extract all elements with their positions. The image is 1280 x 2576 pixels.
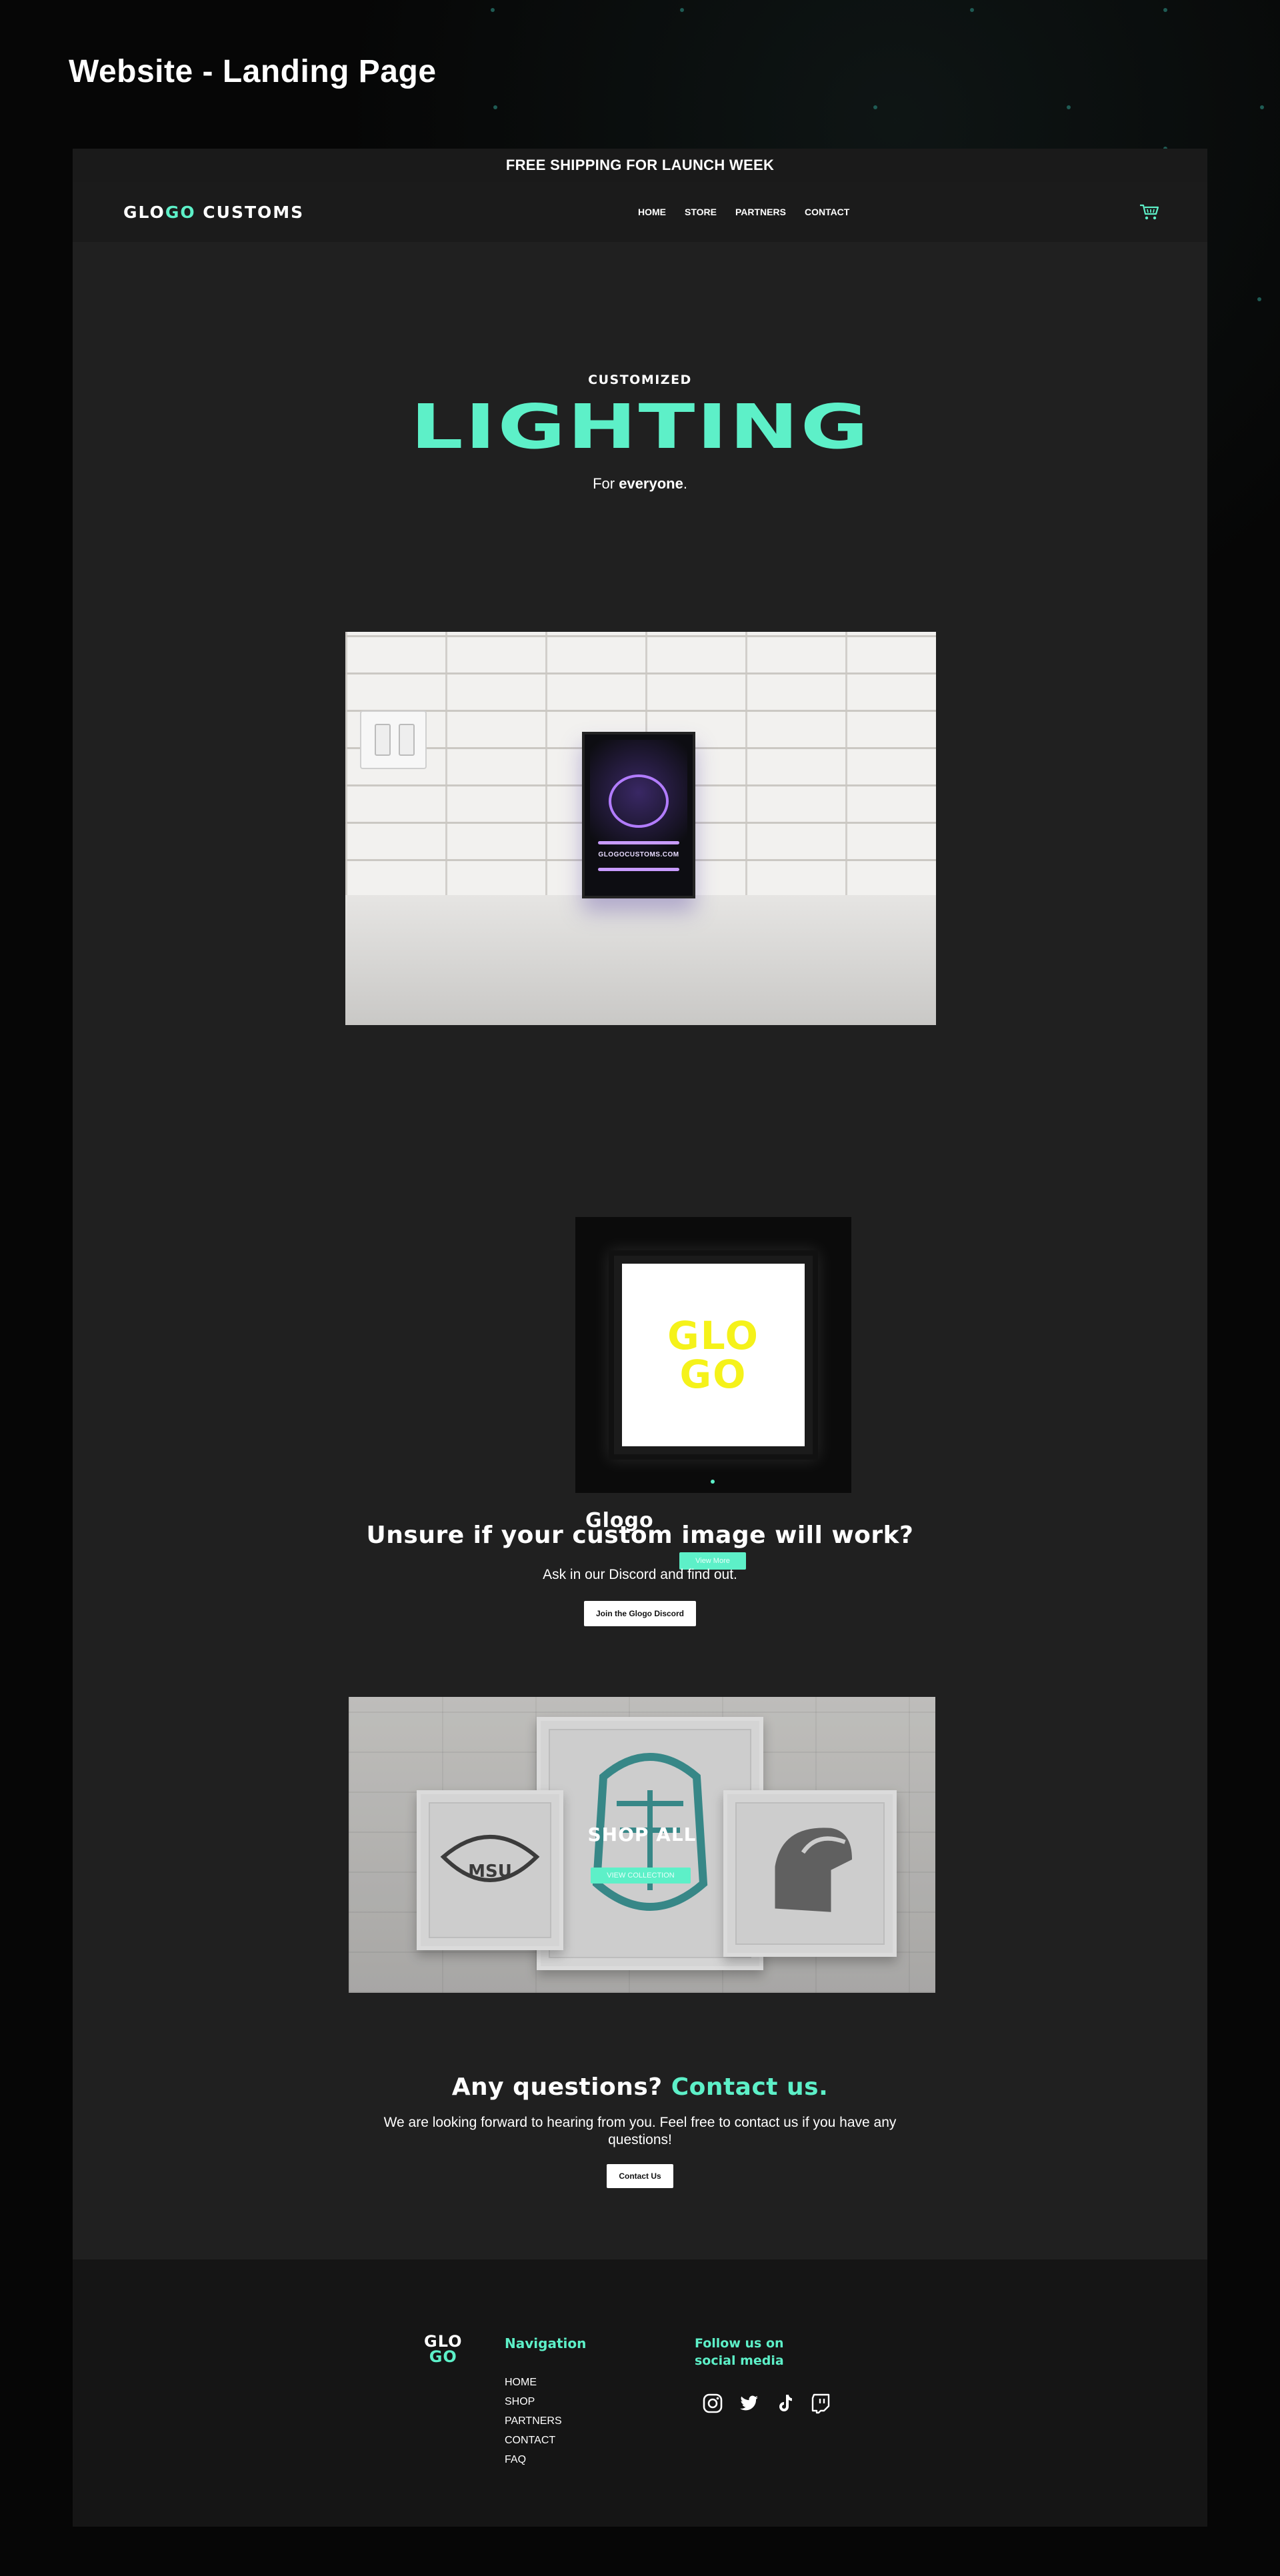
discord-subtext: Ask in our Discord and find out. (543, 1567, 737, 1582)
view-collection-button[interactable]: VIEW COLLECTION (591, 1868, 691, 1884)
nav-home[interactable]: HOME (638, 207, 666, 217)
landing-page-frame: FREE SHIPPING FOR LAUNCH WEEK GLOGO CUST… (73, 149, 1207, 2527)
twitch-icon[interactable] (810, 2393, 831, 2414)
product-logo-line-1: GLO (667, 1313, 759, 1358)
led-sign: GLOGOCUSTOMS.COM (582, 732, 695, 898)
footer-nav: HOME SHOP PARTNERS CONTACT FAQ (505, 2373, 562, 2469)
tiktok-icon[interactable] (774, 2393, 795, 2414)
sign-text: GLOGOCUSTOMS.COM (598, 851, 679, 858)
hero-title: LIGHTING (410, 391, 870, 463)
footer-nav-partners[interactable]: PARTNERS (505, 2411, 562, 2431)
tagline-prefix: For (593, 475, 619, 492)
nav-partners[interactable]: PARTNERS (735, 207, 786, 217)
footer-logo[interactable]: GLO GO (424, 2333, 463, 2366)
tagline-suffix: . (683, 475, 687, 492)
footer-nav-shop[interactable]: SHOP (505, 2392, 562, 2411)
hero-tagline: For everyone. (73, 475, 1207, 493)
product-logo-line-2: GO (679, 1352, 747, 1397)
logo-text-go: GO (165, 202, 196, 222)
sign-line-bottom (598, 868, 679, 871)
discord-heading: Unsure if your custom image will work? (366, 1522, 914, 1549)
footer-logo-line-2: GO (429, 2347, 457, 2366)
hero-eyebrow: CUSTOMIZED (588, 373, 692, 387)
sign-line-top (598, 841, 679, 844)
footer-nav-title: Navigation (505, 2335, 587, 2351)
promo-bar: FREE SHIPPING FOR LAUNCH WEEK (73, 149, 1207, 182)
cart-icon[interactable] (1139, 203, 1159, 221)
logo-text-customs: CUSTOMS (195, 202, 305, 222)
nav-contact[interactable]: CONTACT (805, 207, 849, 217)
footer-social-title: Follow us on social media (695, 2336, 784, 2368)
shop-all-title: SHOP ALL (587, 1824, 697, 1846)
contact-heading-accent: Contact us. (671, 2073, 829, 2101)
hero-section: CUSTOMIZED LIGHTING For everyone. (73, 373, 1207, 493)
social-links (702, 2393, 831, 2414)
site-footer: GLO GO Navigation HOME SHOP PARTNERS CON… (73, 2259, 1207, 2527)
product-frame: GLO GO (609, 1250, 818, 1460)
tagline-bold: everyone (619, 475, 683, 492)
hero-photo: GLOGOCUSTOMS.COM (345, 632, 936, 1025)
shop-all-banner[interactable]: MSU SHOP ALL VIEW COLLECTION (349, 1697, 935, 1993)
page-title: Website - Landing Page (69, 54, 437, 89)
contact-heading: Any questions? Contact us. (73, 2073, 1207, 2101)
nav-store[interactable]: STORE (685, 207, 717, 217)
main-nav: HOME STORE PARTNERS CONTACT (638, 207, 849, 217)
product-image[interactable]: GLO GO (575, 1217, 851, 1493)
light-switch (360, 710, 427, 769)
contact-section: Any questions? Contact us. We are lookin… (73, 2073, 1207, 2188)
discord-section: Unsure if your custom image will work? A… (73, 1522, 1207, 1627)
pumpkin-graphic (609, 774, 669, 828)
instagram-icon[interactable] (702, 2393, 723, 2414)
contact-text: We are looking forward to hearing from y… (383, 2115, 897, 2148)
logo-text-glo: GLO (123, 202, 165, 222)
footer-nav-home[interactable]: HOME (505, 2373, 562, 2392)
contact-heading-prefix: Any questions? (451, 2073, 671, 2101)
footer-nav-faq[interactable]: FAQ (505, 2450, 562, 2469)
product-logo-text: GLO GO (667, 1316, 759, 1394)
join-discord-button[interactable]: Join the Glogo Discord (583, 1601, 696, 1627)
site-logo[interactable]: GLOGO CUSTOMS (123, 203, 304, 222)
footer-nav-contact[interactable]: CONTACT (505, 2431, 562, 2450)
marble-counter (345, 895, 936, 1025)
contact-us-button[interactable]: Contact Us (607, 2163, 673, 2188)
product-panel: GLO GO (622, 1264, 805, 1446)
site-header: GLOGO CUSTOMS HOME STORE PARTNERS CONTAC… (73, 182, 1207, 242)
twitter-icon[interactable] (738, 2393, 759, 2414)
carousel-dot[interactable] (711, 1480, 715, 1484)
